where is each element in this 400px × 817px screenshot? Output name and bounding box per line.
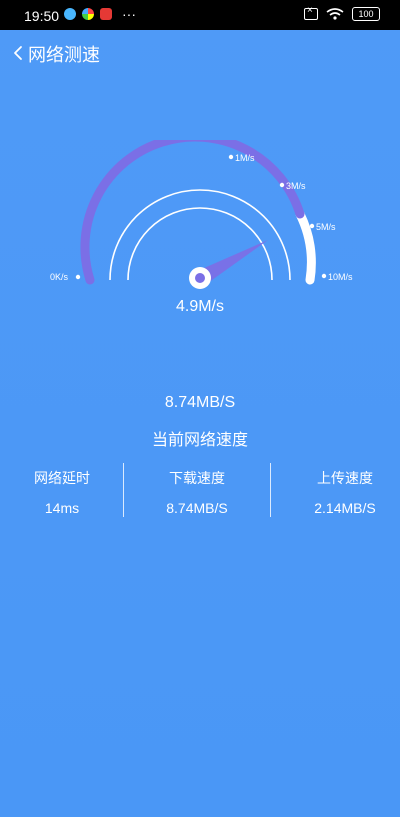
tick-dot-3 [309,223,315,229]
page-title: 网络测速 [28,45,100,65]
tick-label-4: 10M/s [328,272,353,282]
stats-row: 网络延时 14ms 下载速度 8.74MB/S 上传速度 2.14MB/S [0,460,400,520]
more-notifications-icon: ··· [122,6,136,22]
news-icon [100,8,112,20]
stat-download-label: 下载速度 [169,470,225,486]
gauge-inner-arc [109,189,291,281]
stat-upload: 上传速度 2.14MB/S [285,468,400,516]
stat-download-value: 8.74MB/S [166,500,228,516]
app-icon [82,8,94,20]
status-system-icons: 100 [304,5,380,21]
back-icon[interactable] [12,43,28,63]
tick-dot-2 [279,182,285,188]
qq-icon [64,8,76,20]
tick-label-2: 3M/s [286,181,306,191]
stat-download: 下载速度 8.74MB/S [137,468,257,516]
current-speed-label: 当前网络速度 [151,432,248,449]
stat-latency-label: 网络延时 [34,470,90,486]
current-speed-value: 8.74MB/S [164,394,236,411]
wifi-icon [326,8,344,20]
tick-label-1: 1M/s [235,153,255,163]
stat-divider [123,463,124,517]
stat-upload-value: 2.14MB/S [314,500,376,516]
tick-dot-0 [75,274,81,280]
gauge-track-arc [295,209,316,285]
status-bar: 19:50 ··· 100 [0,0,400,30]
stat-divider [270,463,271,517]
status-time: 19:50 [24,8,60,24]
stat-latency-value: 14ms [44,500,80,516]
status-notification-icons: ··· [64,6,136,22]
gauge-progress-arc [80,140,305,285]
app-header: 网络测速 [0,32,400,72]
stat-latency: 网络延时 14ms [2,468,122,516]
no-sim-icon [304,5,318,20]
tick-label-0: 0K/s [50,272,69,282]
tick-dot-1 [228,154,234,160]
gauge-hub-center [195,273,205,283]
tick-dot-4 [321,273,327,279]
gauge-current-speed: 4.9M/s [175,298,224,315]
stat-upload-label: 上传速度 [317,470,373,486]
battery-icon: 100 [352,7,380,21]
tick-label-3: 5M/s [316,222,336,232]
